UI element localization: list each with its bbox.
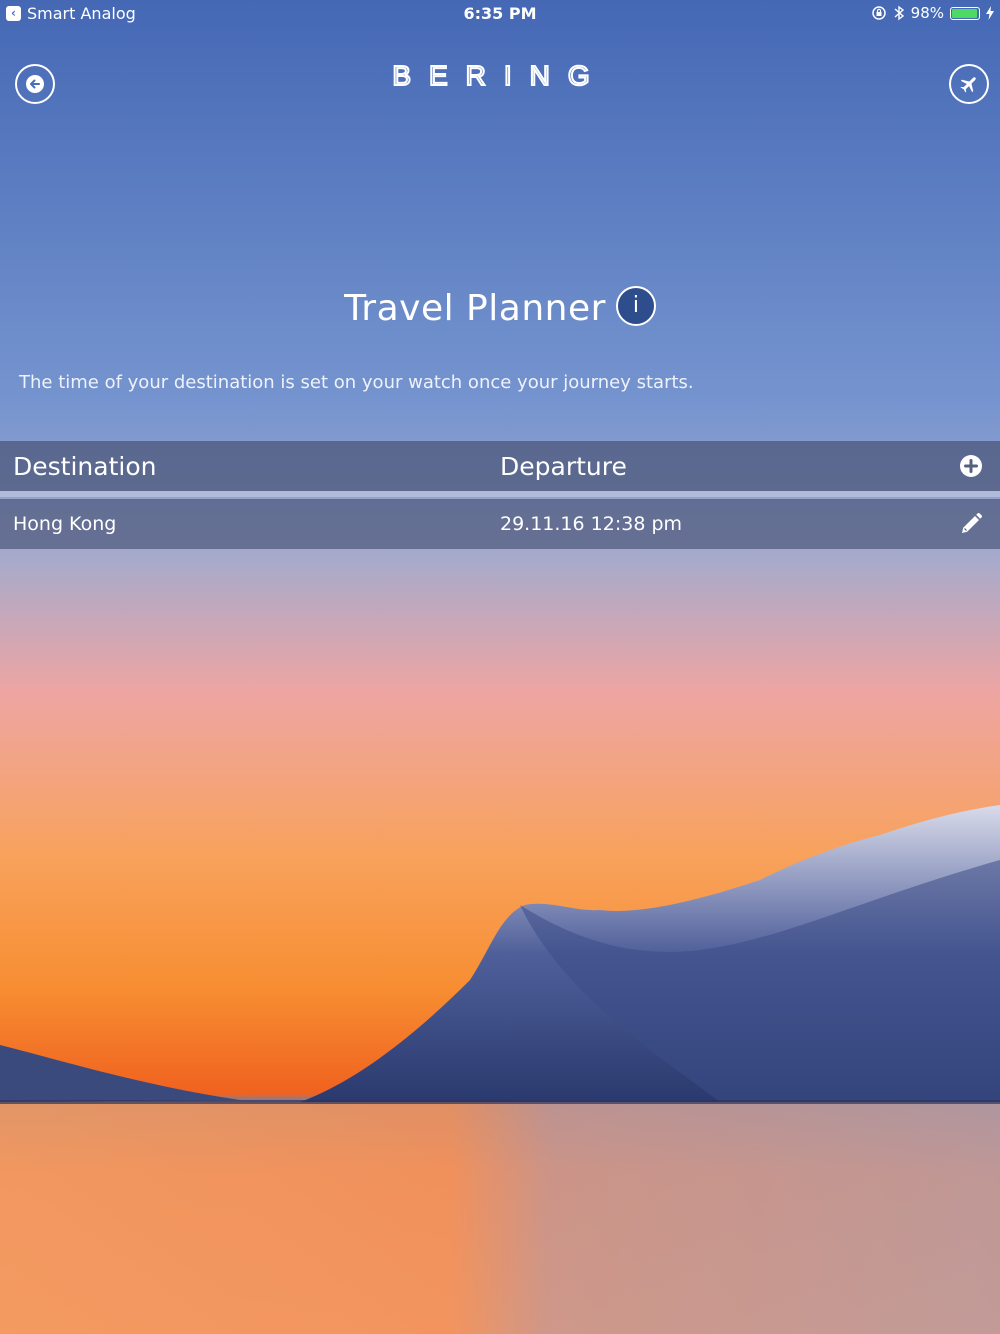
status-time: 6:35 PM	[463, 4, 537, 23]
title-area: Travel Planner i	[0, 285, 1000, 329]
description-text: The time of your destination is set on y…	[19, 372, 694, 393]
battery-icon	[950, 6, 980, 20]
table-divider	[0, 491, 1000, 497]
table-header: Destination Departure	[0, 441, 1000, 491]
brand-logo: BERING	[0, 62, 1000, 94]
row-destination: Hong Kong	[13, 513, 117, 535]
bluetooth-icon	[894, 5, 904, 21]
column-header-departure: Departure	[500, 452, 627, 481]
brand-text: BERING	[392, 62, 607, 90]
column-header-destination: Destination	[13, 452, 157, 481]
row-departure: 29.11.16 12:38 pm	[500, 513, 683, 535]
plus-circle-icon	[960, 455, 982, 477]
pencil-icon	[962, 512, 983, 533]
charging-bolt-icon	[986, 6, 994, 20]
table-row[interactable]: Hong Kong 29.11.16 12:38 pm	[0, 499, 1000, 549]
page-title: Travel Planner	[344, 288, 606, 329]
battery-percent: 98%	[910, 4, 944, 22]
background-landscape	[0, 0, 1000, 1334]
status-right-group: 98%	[871, 4, 994, 22]
orientation-lock-icon	[871, 6, 886, 20]
airplane-mode-button[interactable]	[949, 64, 989, 104]
airplane-icon	[960, 77, 976, 93]
brand-wordmark: BERING	[391, 62, 607, 90]
add-destination-button[interactable]	[958, 453, 984, 479]
edit-trip-button[interactable]	[958, 511, 984, 537]
info-button[interactable]: i	[615, 285, 656, 326]
info-icon: i	[632, 293, 639, 318]
status-bar: ‹ Smart Analog 6:35 PM 98%	[0, 0, 1000, 28]
